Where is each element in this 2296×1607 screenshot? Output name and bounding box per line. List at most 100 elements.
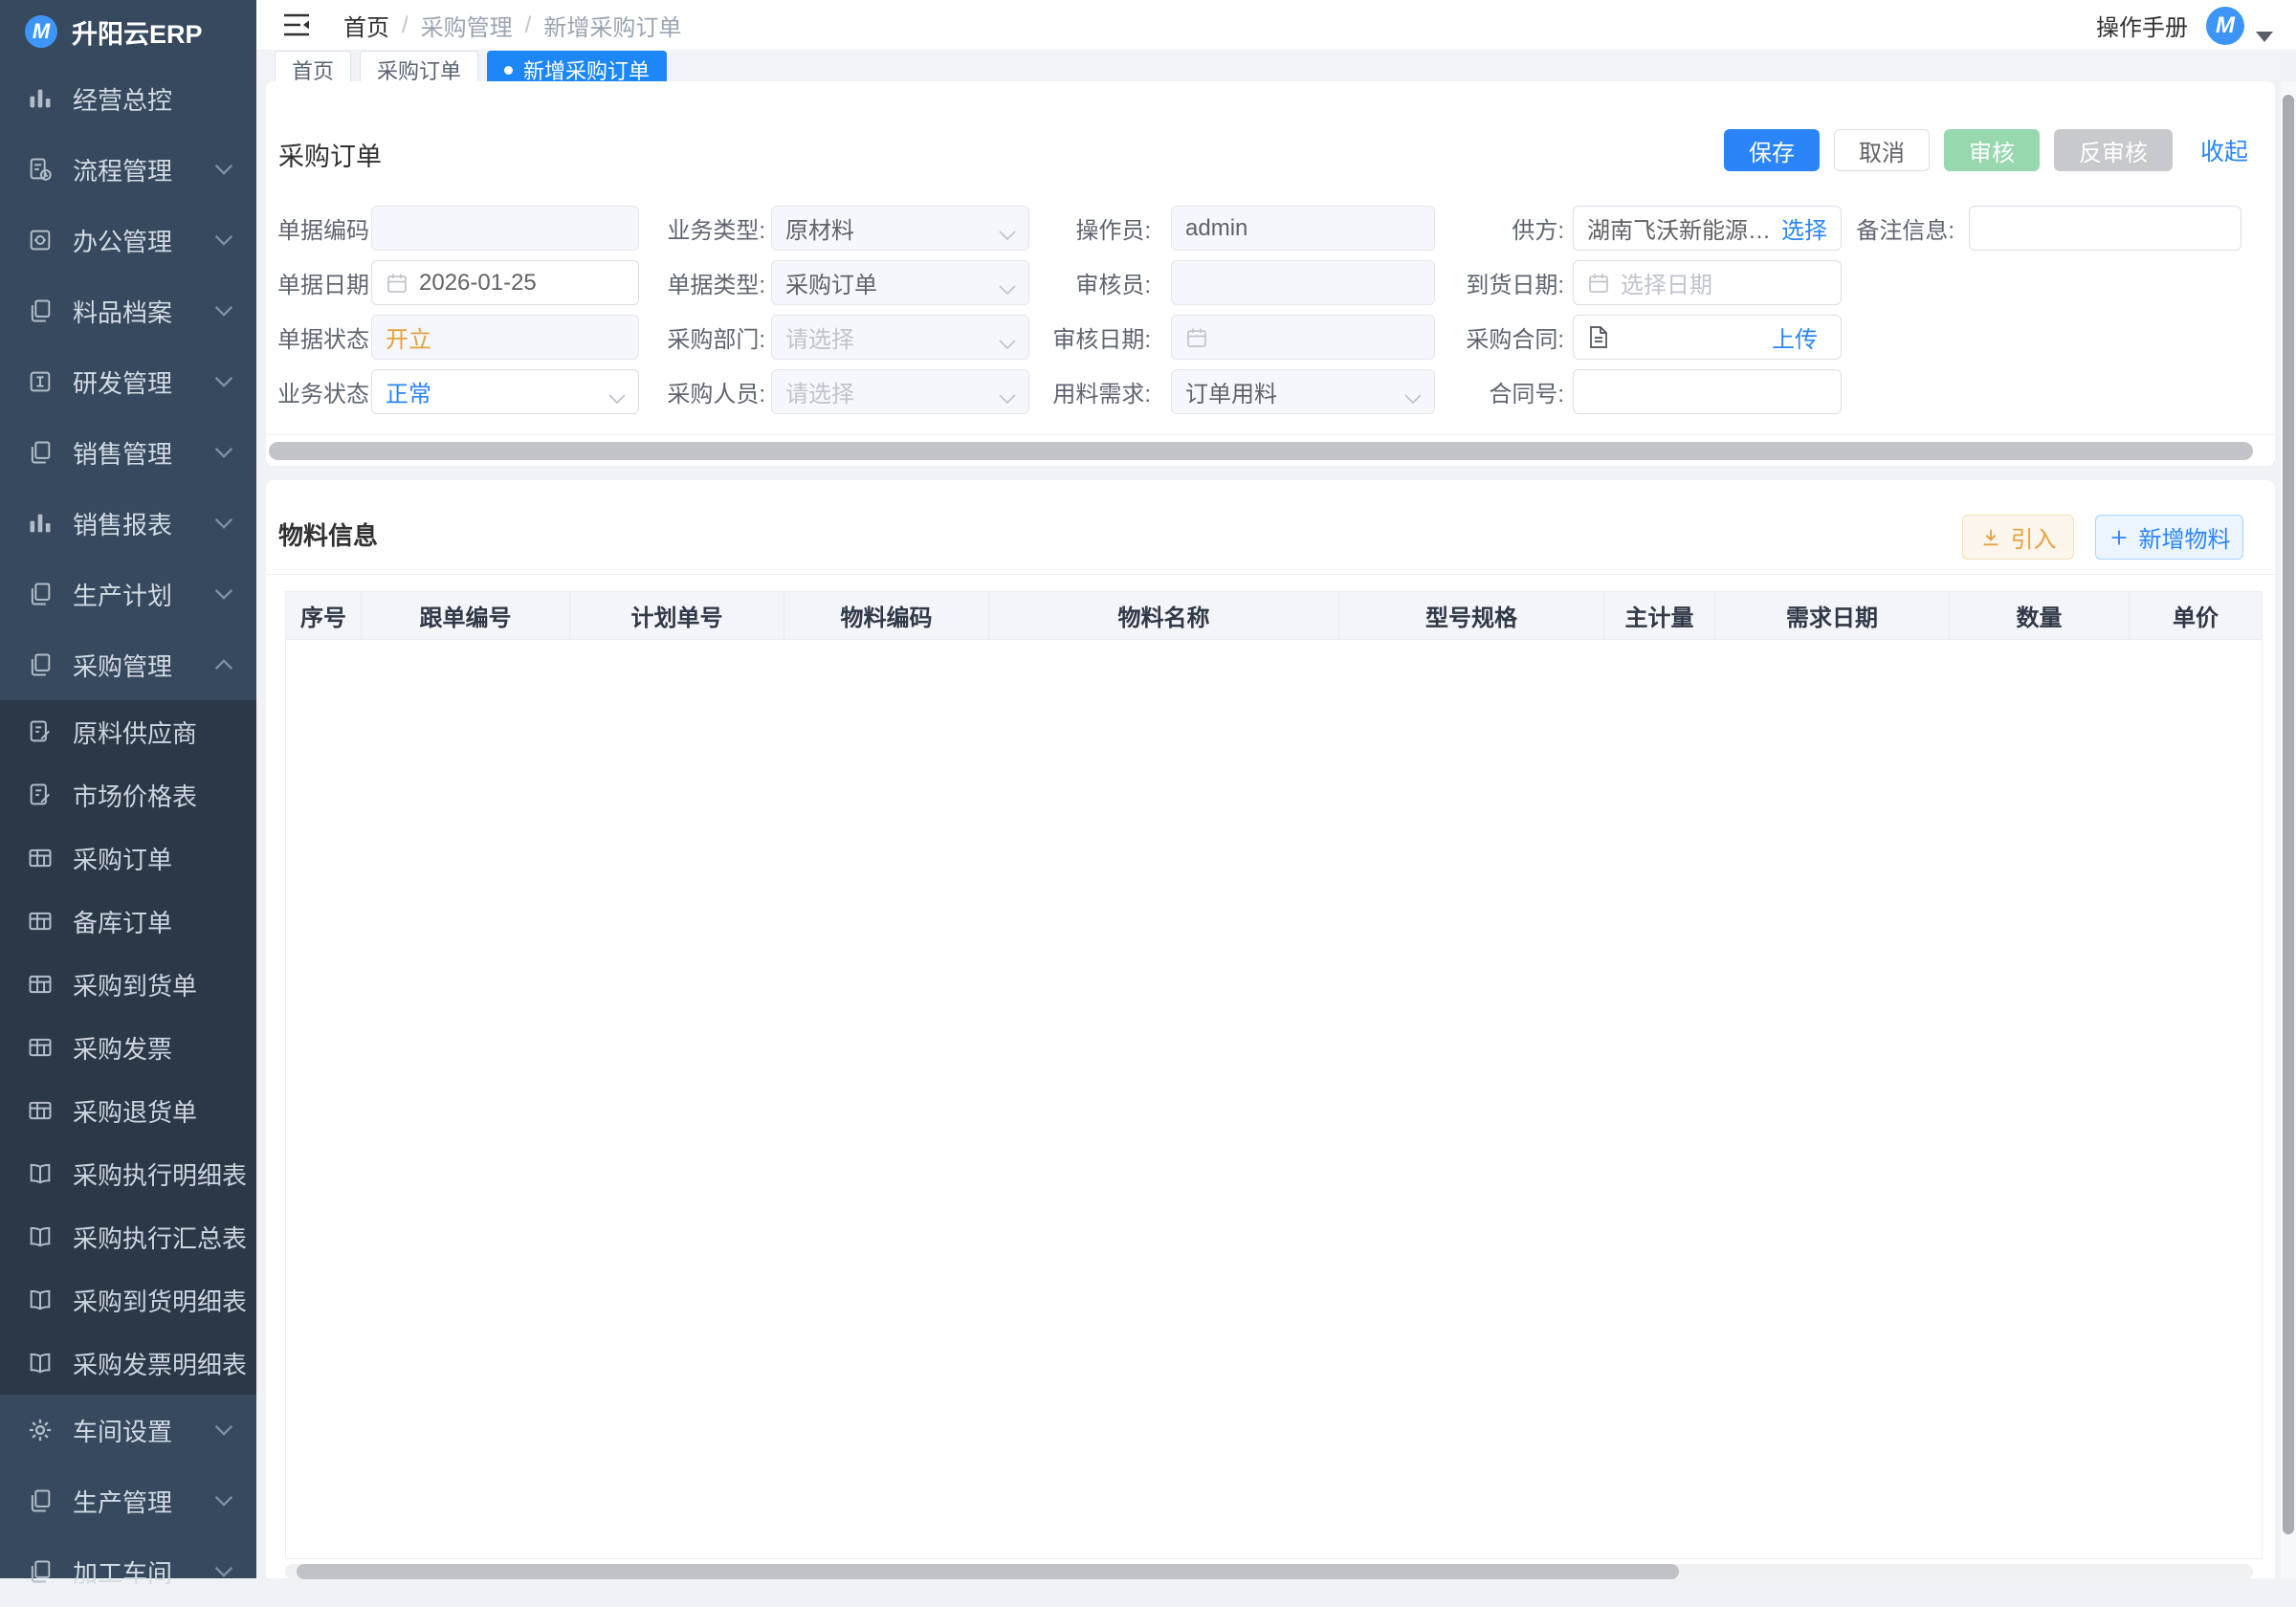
contract-file-box: 上传 [1573, 315, 1842, 360]
files-icon [26, 297, 55, 325]
remark-input[interactable] [1969, 206, 2241, 251]
sidebar-menu: 经营总控 流程管理 办公管理 料品档案 研发管 [0, 63, 256, 1607]
doc-code-input [371, 206, 639, 251]
user-avatar[interactable]: M [2206, 7, 2244, 45]
supplier-select-link[interactable]: 选择 [1781, 211, 1827, 245]
doc-status-label: 单据状态: [277, 320, 368, 354]
add-material-button[interactable]: 新增物料 [2095, 515, 2243, 560]
material-demand-select: 订单用料 [1171, 369, 1435, 414]
biz-status-select[interactable]: 正常 [371, 369, 639, 414]
breadcrumb-home[interactable]: 首页 [343, 9, 389, 42]
sidebar-item-business-overview[interactable]: 经营总控 [0, 63, 256, 134]
arrive-date-input[interactable]: 选择日期 [1573, 260, 1842, 305]
flow-document-icon [26, 155, 55, 184]
tab-purchase-order-list[interactable]: 采购订单 [360, 51, 478, 81]
form-row-4: 业务状态: 正常 采购人员: 请选择 用料需求: 订单用料 合同号: [266, 369, 2275, 414]
sidebar-item-purchase-exec-detail[interactable]: 采购执行明细表 [0, 1142, 256, 1205]
auditor-input [1171, 260, 1435, 305]
sidebar-item-purchase-return[interactable]: 采购退货单 [0, 1079, 256, 1142]
topbar: 首页 / 采购管理 / 新增采购订单 操作手册 M [256, 0, 2296, 51]
manual-link[interactable]: 操作手册 [2096, 0, 2188, 51]
active-tab-dot-icon [504, 66, 513, 75]
sidebar-item-purchase-exec-summary[interactable]: 采购执行汇总表 [0, 1205, 256, 1268]
biz-type-label: 业务类型: [641, 211, 765, 245]
cancel-button[interactable]: 取消 [1834, 129, 1930, 171]
open-book-icon [26, 1286, 55, 1314]
sidebar-item-workshop-settings[interactable]: 车间设置 [0, 1395, 256, 1465]
col-header-seq: 序号 [286, 592, 362, 639]
contract-no-label: 合同号: [1442, 375, 1564, 408]
chevron-down-icon [1403, 385, 1423, 412]
sidebar-item-rnd-mgmt[interactable]: 研发管理 [0, 346, 256, 417]
biz-type-select: 原材料 [771, 206, 1029, 251]
sidebar-item-material-archive[interactable]: 料品档案 [0, 275, 256, 346]
col-header-main-unit: 主计量 [1604, 592, 1715, 639]
unaudit-button: 反审核 [2054, 129, 2173, 171]
sidebar-item-market-price[interactable]: 市场价格表 [0, 763, 256, 826]
col-header-quantity: 数量 [1950, 592, 2130, 639]
doc-status-input: 开立 [371, 315, 639, 360]
material-panel-header: 物料信息 引入 新增物料 [266, 480, 2275, 575]
sidebar-item-office-mgmt[interactable]: 办公管理 [0, 205, 256, 275]
caret-down-icon[interactable] [2256, 32, 2273, 42]
table-horizontal-scrollbar-thumb[interactable] [297, 1564, 1679, 1579]
order-action-buttons: 保存 取消 审核 反审核 收起 [1724, 129, 2248, 171]
calendar-icon [386, 272, 408, 295]
breadcrumb-purchase-mgmt[interactable]: 采购管理 [421, 9, 513, 42]
app-logo-icon: M [25, 15, 57, 48]
chevron-down-icon [214, 234, 233, 246]
tab-new-purchase-order[interactable]: 新增采购订单 [487, 51, 667, 81]
chevron-down-icon [214, 447, 233, 458]
sidebar-item-purchase-arrival[interactable]: 采购到货单 [0, 953, 256, 1016]
doc-code-label: 单据编码: [277, 211, 368, 245]
table-horizontal-scrollbar-track[interactable] [285, 1564, 2253, 1579]
audit-date-input [1171, 315, 1435, 360]
import-button[interactable]: 引入 [1962, 515, 2074, 560]
chevron-down-icon [607, 385, 627, 412]
app-logo: M 升阳云ERP [0, 0, 256, 63]
upload-link[interactable]: 上传 [1772, 320, 1827, 354]
sidebar-item-production-mgmt[interactable]: 生产管理 [0, 1465, 256, 1536]
biz-status-label: 业务状态: [277, 375, 368, 408]
download-icon [1980, 527, 2001, 548]
page-vertical-scrollbar-track[interactable] [2281, 81, 2296, 1578]
material-demand-label: 用料需求: [1036, 375, 1151, 408]
sidebar-item-purchase-invoice[interactable]: 采购发票 [0, 1016, 256, 1079]
sidebar-item-sales-report[interactable]: 销售报表 [0, 488, 256, 559]
files-icon [26, 1486, 55, 1515]
doc-date-input[interactable]: 2026-01-25 [371, 260, 639, 305]
col-header-plan-no: 计划单号 [570, 592, 784, 639]
sidebar-item-production-plan[interactable]: 生产计划 [0, 559, 256, 629]
breadcrumb-current: 新增采购订单 [543, 9, 681, 42]
collapse-link[interactable]: 收起 [2200, 133, 2248, 167]
operator-input: admin [1171, 206, 1435, 251]
sidebar-item-purchase-mgmt[interactable]: 采购管理 [0, 629, 256, 700]
files-icon [26, 580, 55, 608]
sidebar-item-purchase-arrival-detail[interactable]: 采购到货明细表 [0, 1268, 256, 1332]
tab-home[interactable]: 首页 [275, 51, 351, 81]
chevron-down-icon [214, 1566, 233, 1577]
chevron-down-icon [214, 305, 233, 317]
doc-type-label: 单据类型: [641, 266, 765, 299]
sidebar-item-purchase-invoice-detail[interactable]: 采购发票明细表 [0, 1332, 256, 1395]
save-button[interactable]: 保存 [1724, 129, 1820, 171]
audit-date-label: 审核日期: [1036, 320, 1151, 354]
supplier-input[interactable]: 湖南飞沃新能源科技股份 选择 [1573, 206, 1842, 251]
files-icon [26, 1557, 55, 1586]
app-title: 升阳云ERP [72, 13, 203, 51]
sidebar-item-sales-mgmt[interactable]: 销售管理 [0, 417, 256, 488]
chevron-down-icon [214, 376, 233, 387]
sidebar-item-stock-order[interactable]: 备库订单 [0, 890, 256, 953]
doc-date-label: 单据日期: [277, 266, 368, 299]
chevron-up-icon [214, 659, 233, 671]
sidebar-item-purchase-order[interactable]: 采购订单 [0, 826, 256, 890]
document-icon [1587, 325, 1609, 349]
page-vertical-scrollbar-thumb[interactable] [2283, 95, 2294, 1534]
contract-no-input[interactable] [1573, 369, 1842, 414]
form-horizontal-scrollbar[interactable] [269, 442, 2253, 460]
table-grid-icon [26, 1096, 55, 1125]
sidebar-item-raw-supplier[interactable]: 原料供应商 [0, 700, 256, 763]
sidebar-fold-icon[interactable] [283, 12, 310, 37]
sidebar-item-process-mgmt[interactable]: 流程管理 [0, 134, 256, 205]
sidebar-item-processing-workshop[interactable]: 加工车间 [0, 1536, 256, 1607]
